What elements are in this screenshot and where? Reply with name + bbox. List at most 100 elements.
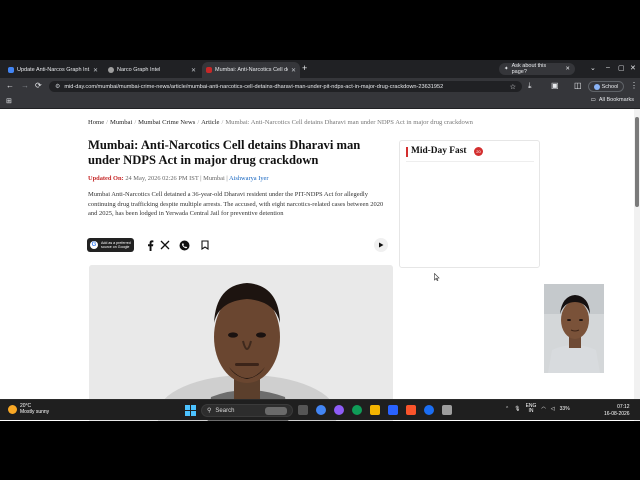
breadcrumb-crime-news[interactable]: Mumbai Crime News: [138, 119, 195, 126]
profile-label: School: [601, 83, 619, 90]
task-view-icon[interactable]: [298, 405, 308, 415]
tab-title: Narco Graph Intel: [117, 67, 161, 73]
play-icon: [379, 242, 384, 248]
close-tab-icon[interactable]: ✕: [191, 67, 196, 74]
section-link[interactable]: Mumbai: [203, 175, 225, 182]
mid-day-fast-badge: 20: [474, 147, 483, 156]
screen: Update Anti-Narcos Graph Int… ✕ Narco Gr…: [0, 0, 640, 480]
author-link[interactable]: Aishwarya Iyer: [229, 175, 269, 182]
whatsapp-icon[interactable]: [178, 239, 190, 251]
sun-icon: [8, 404, 17, 414]
back-icon[interactable]: ←: [6, 81, 14, 91]
battery-level: 33%: [559, 406, 570, 412]
all-bookmarks-button[interactable]: ▭ All Bookmarks: [591, 97, 634, 103]
close-tab-icon[interactable]: ✕: [291, 67, 296, 74]
language-indicator[interactable]: ENG IN: [526, 404, 537, 414]
folder-icon: ▭: [590, 97, 596, 103]
mid-day-fast-title: Mid-Day Fast: [411, 146, 467, 156]
download-icon[interactable]: ⤓: [528, 81, 532, 91]
new-tab-icon[interactable]: +: [302, 63, 307, 73]
search-icon: ⚲: [207, 408, 212, 414]
chrome-icon[interactable]: [316, 405, 326, 415]
tab-title: Mumbai: Anti-Narcotics Cell de…: [215, 67, 288, 73]
extensions-icon[interactable]: ▣: [551, 81, 559, 91]
bookmarks-bar: ⊞ ▭ All Bookmarks: [0, 95, 640, 109]
mid-day-fast-widget: Mid-Day Fast 20: [399, 140, 540, 268]
microphone-icon[interactable]: 🎙: [514, 406, 520, 412]
ask-about-page-button[interactable]: ✦ Ask about this page? ✕: [499, 63, 575, 75]
close-tab-icon[interactable]: ✕: [93, 67, 98, 74]
sparkle-icon: ✦: [504, 66, 509, 72]
mouse-cursor-icon: [434, 273, 440, 281]
google-icon: G: [90, 241, 98, 249]
divider: [406, 161, 534, 162]
webcam-overlay: [544, 284, 604, 373]
close-window-icon[interactable]: ✕: [630, 64, 636, 72]
page-scrollbar[interactable]: [634, 109, 640, 421]
x-twitter-icon[interactable]: [159, 239, 171, 251]
address-bar[interactable]: ⚙ mid-day.com/mumbai/mumbai-crime-news/a…: [49, 81, 522, 92]
tab-narco-graph-intel[interactable]: Narco Graph Intel ✕: [104, 62, 200, 78]
google-preferred-source-button[interactable]: G Add as a preferred source on Google: [87, 238, 134, 252]
mail-icon[interactable]: [388, 405, 398, 415]
search-placeholder: Search: [215, 407, 235, 414]
url-text: mid-day.com/mumbai/mumbai-crime-news/art…: [64, 83, 444, 90]
tab-mid-day-article[interactable]: Mumbai: Anti-Narcotics Cell de… ✕: [202, 62, 300, 78]
app-icon[interactable]: [442, 405, 452, 415]
breadcrumb-home[interactable]: Home: [88, 119, 104, 126]
scrollbar-thumb[interactable]: [635, 117, 639, 207]
article-hero-image: [89, 265, 393, 421]
tab-title: Update Anti-Narcos Graph Int…: [17, 67, 90, 73]
search-highlight-icon: [265, 406, 287, 415]
mid-day-icon: [206, 67, 212, 73]
tab-update-anti-narcos[interactable]: Update Anti-Narcos Graph Int… ✕: [4, 62, 102, 78]
tab-strip: Update Anti-Narcos Graph Int… ✕ Narco Gr…: [0, 60, 640, 78]
wifi-icon[interactable]: ◠: [541, 406, 545, 412]
chrome-profile-icon[interactable]: [424, 405, 434, 415]
bookmark-star-icon[interactable]: ☆: [510, 83, 516, 91]
updated-date: 24 May, 2026 02:26 PM IST: [125, 175, 199, 182]
chevron-up-icon[interactable]: ⌃: [505, 406, 509, 412]
article-meta: Updated On: 24 May, 2026 02:26 PM IST | …: [88, 175, 269, 182]
windows-start-icon[interactable]: [185, 405, 196, 416]
apps-grid-icon[interactable]: ⊞: [6, 97, 12, 105]
globe-icon: [108, 67, 114, 73]
breadcrumb-mumbai[interactable]: Mumbai: [110, 119, 132, 126]
volume-icon[interactable]: ◁: [551, 406, 555, 412]
article-summary: Mumbai Anti-Narcotics Cell detained a 36…: [88, 191, 384, 218]
facebook-icon[interactable]: [144, 239, 156, 251]
avatar: [593, 83, 600, 90]
ask-label: Ask about this page?: [511, 63, 547, 75]
brave-icon[interactable]: [406, 405, 416, 415]
all-bookmarks-label: All Bookmarks: [598, 97, 634, 103]
copilot-icon[interactable]: [334, 405, 344, 415]
breadcrumb-article[interactable]: Article: [201, 119, 219, 126]
site-info-icon[interactable]: ⚙: [55, 83, 60, 90]
minimize-icon[interactable]: –: [606, 64, 610, 71]
edge-icon[interactable]: [352, 405, 362, 415]
weather-text: 20°C Mostly sunny: [20, 403, 50, 415]
toolbar: ← → ⟳ ⚙ mid-day.com/mumbai/mumbai-crime-…: [0, 78, 640, 95]
article-headline: Mumbai: Anti-Narcotics Cell detains Dhar…: [88, 138, 361, 167]
bookmark-icon[interactable]: [199, 239, 211, 251]
menu-icon[interactable]: ⋮: [630, 81, 638, 91]
accent-bar: [406, 147, 408, 157]
forward-icon[interactable]: →: [21, 81, 29, 91]
maximize-icon[interactable]: ▢: [618, 64, 625, 72]
camera-icon[interactable]: ◫: [574, 81, 582, 91]
clock[interactable]: 07:12 16-08-2026: [604, 404, 630, 417]
chevron-down-icon[interactable]: ⌄: [590, 64, 596, 72]
file-explorer-icon[interactable]: [370, 405, 380, 415]
reload-icon[interactable]: ⟳: [35, 81, 42, 91]
taskbar-search[interactable]: ⚲ Search: [201, 404, 293, 417]
close-icon[interactable]: ✕: [565, 66, 570, 72]
date: 16-08-2026: [604, 410, 630, 417]
breadcrumb: Home / Mumbai / Mumbai Crime News / Article / Mu…: [88, 119, 473, 126]
page-content: Home / Mumbai / Mumbai Crime News / Article / Mu…: [0, 109, 634, 421]
weather-widget[interactable]: 20°C Mostly sunny: [8, 403, 49, 415]
docs-icon: [8, 67, 14, 73]
system-tray[interactable]: ⌃ 🎙 ENG IN ◠ ◁ 33%: [505, 404, 570, 414]
profile-button[interactable]: School: [588, 81, 624, 92]
play-audio-button[interactable]: [374, 238, 388, 252]
updated-label: Updated On:: [88, 175, 124, 182]
